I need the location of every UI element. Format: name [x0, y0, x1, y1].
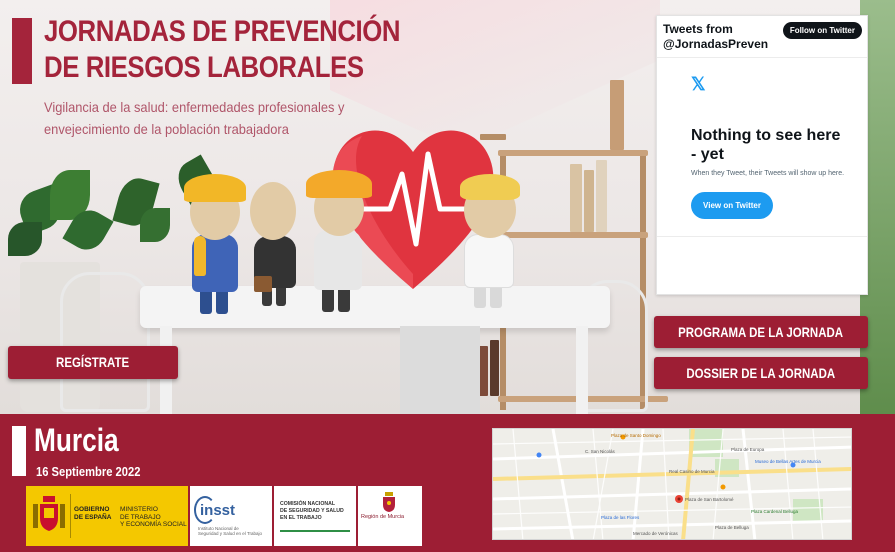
cnsst-logo[interactable]: COMISIÓN NACIONAL DE SEGURIDAD Y SALUD E…	[274, 486, 356, 546]
map-label: Plaza de Europa	[731, 447, 765, 452]
title-accent-bar	[12, 18, 32, 84]
follow-on-twitter-button[interactable]: Follow on Twitter	[782, 22, 862, 39]
map-label: Plaza de Belluga	[715, 525, 749, 530]
hair-icon	[460, 174, 520, 200]
shelf-board	[498, 150, 648, 156]
twitter-empty-subtitle: When they Tweet, their Tweets will show …	[691, 170, 845, 177]
subtitle-line: envejecimiento de la población trabajado…	[44, 121, 289, 137]
logo-text-line: Seguridad y Salud en el Trabajo	[198, 531, 263, 536]
logo-text-line: DE ESPAÑA	[74, 513, 112, 521]
twitter-widget-header: Tweets from @JornadasPreven Follow on Tw…	[657, 16, 867, 58]
location-map[interactable]: Plaza de Santo Domingo Museo de Bellas A…	[492, 428, 852, 540]
programa-button-label: PROGRAMA DE LA JORNADA	[678, 324, 844, 340]
worker-figure	[306, 166, 372, 316]
table-leg	[400, 326, 480, 414]
logo-text-line: DE TRABAJO	[120, 513, 161, 521]
map-streets	[493, 429, 851, 539]
figure-head	[250, 182, 296, 240]
x-logo-icon: 𝕏	[691, 74, 706, 94]
programa-button[interactable]: PROGRAMA DE LA JORNADA	[654, 316, 868, 348]
gobierno-espana-logo[interactable]: GOBIERNO DE ESPAÑA MINISTERIO DE TRABAJO…	[26, 486, 188, 546]
figure-body	[464, 234, 514, 288]
figure-vest	[194, 236, 206, 276]
figure-body	[314, 230, 362, 290]
book	[570, 164, 582, 232]
gobierno-text: GOBIERNO DE ESPAÑA	[74, 506, 111, 521]
map-label: Real Casino de Murcia	[669, 469, 715, 474]
region-murcia-text: Región de Murcia	[361, 514, 405, 520]
cnsst-text: COMISIÓN NACIONAL DE SEGURIDAD Y SALUD E…	[280, 501, 344, 522]
subtitle-line: Vigilancia de la salud: enfermedades pro…	[44, 99, 345, 115]
dossier-button[interactable]: DOSSIER DE LA JORNADA	[654, 357, 868, 389]
divider	[70, 494, 71, 538]
insst-logo[interactable]: insst Instituto Nacional de Seguridad y …	[190, 486, 272, 546]
logo-text-line: EN EL TRABAJO	[280, 515, 322, 521]
chair	[60, 272, 150, 412]
cnsst-underline	[280, 530, 350, 532]
logo-text-line: GOBIERNO	[74, 506, 110, 513]
doctor-figure	[456, 172, 522, 312]
insst-subtitle: Instituto Nacional de Seguridad y Salud …	[198, 526, 262, 536]
briefcase-icon	[254, 276, 272, 292]
divider	[657, 236, 867, 237]
twitter-widget: Tweets from @JornadasPreven Follow on Tw…	[656, 15, 868, 295]
view-on-twitter-button[interactable]: View on Twitter	[691, 192, 773, 219]
twitter-empty-title: Nothing to see here - yet	[691, 127, 841, 163]
dossier-button-label: DOSSIER DE LA JORNADA	[686, 365, 836, 381]
spain-coat-of-arms-icon	[33, 496, 65, 531]
hero-banner: JORNADAS DE PREVENCIÓN DE RIESGOS LABORA…	[0, 0, 895, 414]
event-footer: Murcia 16 Septiembre 2022 GOBIERNO DE ES…	[0, 414, 895, 552]
book	[584, 170, 594, 232]
logo-text-line: Y ECONOMÍA SOCIAL	[120, 521, 187, 528]
worker-figure	[184, 170, 248, 320]
helmet-icon	[306, 170, 372, 198]
region-murcia-logo[interactable]: Región de Murcia	[358, 486, 422, 546]
register-button-label: REGÍSTRATE	[56, 354, 130, 370]
table-leg	[576, 326, 588, 414]
page-title: JORNADAS DE PREVENCIÓN DE RIESGOS LABORA…	[44, 14, 401, 86]
event-city: Murcia	[34, 422, 119, 458]
map-label: Plaza de Santo Domingo	[611, 433, 661, 438]
book	[490, 340, 499, 396]
map-label: Plaza de las Flores	[601, 515, 640, 520]
map-label: Plaza de San Bartolomé	[685, 497, 734, 502]
helmet-icon	[184, 174, 246, 202]
logo-text-line: MINISTERIO	[120, 506, 158, 513]
twitter-handle[interactable]: @JornadasPreven	[663, 37, 768, 52]
map-label: Museo de Bellas Artes de Murcia	[755, 459, 821, 464]
register-button[interactable]: REGÍSTRATE	[8, 346, 178, 379]
twitter-widget-title: Tweets from @JornadasPreven	[663, 22, 768, 52]
event-date: 16 Septiembre 2022	[36, 464, 141, 479]
logo-text-line: COMISIÓN NACIONAL	[280, 501, 336, 507]
plant-leaf	[140, 208, 170, 242]
book	[596, 160, 607, 232]
map-label: Plaza Cardenal Belluga	[751, 509, 799, 514]
ministerio-text: MINISTERIO DE TRABAJO Y ECONOMÍA SOCIAL	[120, 506, 187, 529]
twitter-title-line: Tweets from	[663, 22, 733, 36]
executive-figure	[248, 180, 302, 310]
logo-text-line: DE SEGURIDAD Y SALUD	[280, 508, 344, 514]
book	[610, 80, 624, 150]
plant-leaf	[8, 222, 42, 256]
title-line: DE RIESGOS LABORALES	[44, 51, 364, 84]
city-accent-bar	[12, 426, 26, 476]
map-label: C. San Nicolás	[585, 449, 615, 454]
insst-wordmark: insst	[200, 502, 236, 519]
murcia-crest-icon	[383, 492, 395, 512]
page-subtitle: Vigilancia de la salud: enfermedades pro…	[44, 96, 345, 140]
title-line: JORNADAS DE PREVENCIÓN	[44, 15, 401, 48]
map-label: Mercado de Verónicas	[633, 531, 678, 536]
